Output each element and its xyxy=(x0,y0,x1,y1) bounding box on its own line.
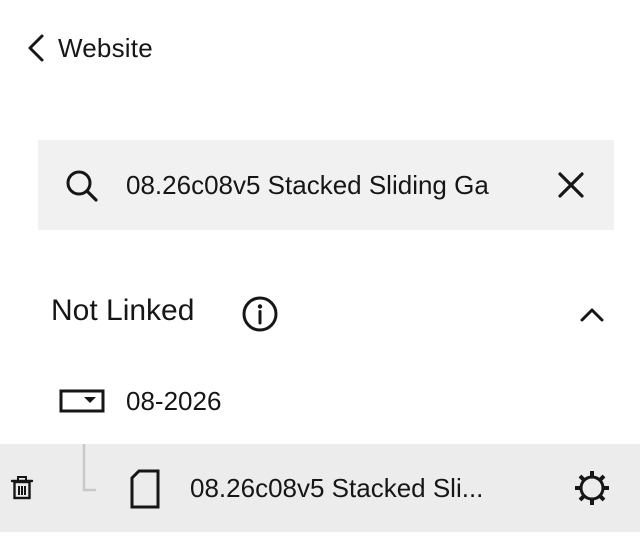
gear-icon[interactable] xyxy=(572,468,612,508)
folder-item[interactable]: 08-2026 xyxy=(0,376,640,426)
info-icon[interactable] xyxy=(240,294,280,334)
back-label: Website xyxy=(58,32,153,63)
page-panel: Website Not Linked xyxy=(0,0,640,552)
back-button[interactable]: Website xyxy=(24,28,153,68)
search-bar xyxy=(38,140,614,230)
chevron-left-icon xyxy=(24,28,50,68)
section-title: Not Linked xyxy=(51,294,195,327)
section-header-not-linked: Not Linked xyxy=(50,288,620,338)
page-name: 08.26c08v5 Stacked Sli... xyxy=(190,473,484,503)
chevron-up-icon[interactable] xyxy=(576,298,608,330)
search-input[interactable] xyxy=(126,164,526,206)
folder-name: 08-2026 xyxy=(126,386,222,416)
folder-icon xyxy=(58,388,106,414)
page-list-item[interactable]: 08.26c08v5 Stacked Sli... xyxy=(0,444,640,532)
trash-icon[interactable] xyxy=(8,474,36,502)
close-icon[interactable] xyxy=(552,166,592,206)
tree-connector xyxy=(80,444,100,492)
page-icon xyxy=(128,468,162,510)
search-icon xyxy=(62,166,102,206)
